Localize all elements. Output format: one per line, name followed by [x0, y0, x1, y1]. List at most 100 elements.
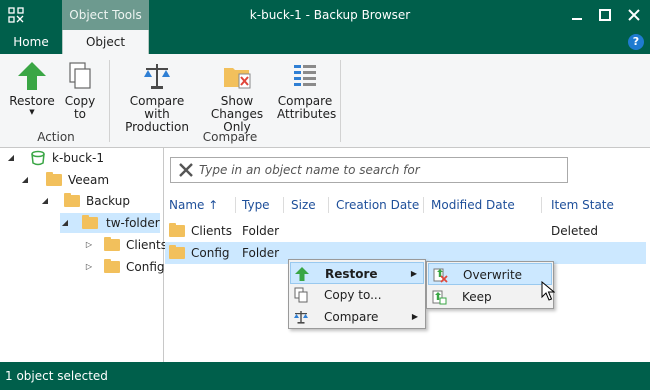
maximize-icon[interactable]: [597, 7, 613, 23]
column-header-item-state[interactable]: Item State: [551, 198, 614, 212]
folder-icon: [169, 245, 185, 259]
column-name-label: Name: [169, 198, 205, 212]
menu-item-overwrite[interactable]: Overwrite: [428, 263, 552, 285]
collapse-arrow-icon[interactable]: ◢: [6, 148, 16, 168]
show-changes-only-button[interactable]: Show Changes Only: [198, 60, 276, 134]
tree-node-config[interactable]: ▷ Config: [84, 257, 165, 277]
restore-label: Restore: [9, 94, 55, 108]
folder-icon: [64, 193, 80, 207]
context-tab-header: Object Tools: [62, 0, 149, 30]
collapse-arrow-icon[interactable]: ◢: [40, 191, 50, 211]
restore-submenu: Overwrite Keep: [426, 261, 554, 309]
compare-attributes-button[interactable]: Compare Attributes: [277, 60, 337, 121]
tree-node-backup[interactable]: ◢ Backup: [40, 191, 160, 211]
context-menu: Restore ▶ Copy to... Compare ▶: [288, 259, 426, 329]
menu-label-keep: Keep: [462, 290, 492, 304]
window-title: k-buck-1 - Backup Browser: [249, 8, 411, 22]
collapse-arrow-icon[interactable]: ◢: [60, 213, 70, 233]
menu-item-restore[interactable]: Restore ▶: [290, 262, 424, 284]
submenu-arrow-icon: ▶: [410, 269, 417, 278]
ribbon: Restore ▼ Copy to Action Compare with Pr…: [0, 54, 650, 148]
content-panel: Name ↑ Type Size Creation Date Modified …: [165, 148, 650, 362]
restore-button[interactable]: Restore ▼: [8, 60, 56, 116]
scales-icon: [144, 64, 170, 89]
help-icon[interactable]: ?: [628, 34, 644, 50]
folder-icon: [82, 215, 98, 229]
ribbon-tab-row: Home Object ?: [0, 30, 650, 54]
tree-label-tw-folder: tw-folder: [106, 216, 160, 230]
menu-label-overwrite: Overwrite: [463, 268, 523, 282]
tree-label-veeam: Veeam: [68, 173, 110, 187]
menu-label-copy-to: Copy to...: [324, 288, 382, 302]
compare-attributes-label-2: Attributes: [277, 107, 337, 121]
menu-item-compare[interactable]: Compare ▶: [290, 306, 424, 328]
group-label-action: Action: [37, 130, 75, 144]
column-separator[interactable]: [328, 197, 329, 213]
folder-icon: [169, 223, 185, 237]
column-header-type[interactable]: Type: [242, 198, 270, 212]
search-input[interactable]: [199, 161, 559, 179]
group-label-compare: Compare: [202, 130, 258, 144]
table-row[interactable]: Clients Folder Deleted: [165, 220, 646, 242]
tree-label-clients: Clients: [126, 238, 167, 252]
tree-label-config: Config: [126, 260, 165, 274]
app-icon: [8, 7, 24, 23]
row-name: Clients: [191, 224, 232, 238]
folder-changes-icon: [224, 68, 251, 89]
sort-ascending-icon: ↑: [208, 198, 219, 212]
compare-with-production-button[interactable]: Compare with Production: [116, 60, 198, 134]
tab-home[interactable]: Home: [0, 30, 62, 54]
tree-label-backup: Backup: [86, 194, 130, 208]
column-header-size[interactable]: Size: [291, 198, 316, 212]
minimize-icon[interactable]: [569, 7, 585, 23]
close-icon[interactable]: [626, 7, 642, 23]
tree-node-clients[interactable]: ▷ Clients: [84, 235, 167, 255]
row-type: Folder: [242, 224, 280, 238]
overwrite-icon: [433, 268, 448, 283]
tree-label-root: k-buck-1: [52, 151, 105, 165]
copy-icon: [294, 287, 308, 303]
copy-to-button[interactable]: Copy to: [60, 60, 100, 121]
folder-icon: [104, 237, 120, 251]
column-header-name[interactable]: Name ↑: [169, 198, 218, 212]
attributes-list-icon: [294, 65, 316, 86]
row-state: Deleted: [551, 224, 599, 238]
bucket-icon: [31, 150, 45, 166]
tree-node-root[interactable]: ◢ k-buck-1: [6, 148, 156, 168]
column-separator[interactable]: [235, 197, 236, 213]
menu-item-copy-to[interactable]: Copy to...: [290, 284, 424, 306]
mouse-cursor-icon: [541, 281, 555, 301]
compare-production-label-2: Production: [125, 120, 189, 134]
group-separator: [340, 60, 341, 142]
column-header-modified-date[interactable]: Modified Date: [431, 198, 515, 212]
status-bar: 1 object selected: [0, 362, 650, 390]
row-type: Folder: [242, 246, 280, 260]
column-separator[interactable]: [423, 197, 424, 213]
group-separator: [109, 60, 110, 142]
menu-item-keep[interactable]: Keep: [428, 286, 552, 308]
column-separator[interactable]: [541, 197, 542, 213]
tab-object[interactable]: Object: [62, 30, 149, 54]
clear-search-icon[interactable]: [178, 162, 194, 178]
menu-label-compare: Compare: [324, 310, 379, 324]
menu-label-restore: Restore: [325, 267, 378, 281]
expand-arrow-icon[interactable]: ▷: [84, 235, 94, 255]
expand-arrow-icon[interactable]: ▷: [84, 257, 94, 277]
restore-arrow-icon: [295, 267, 309, 281]
tree-node-tw-folder[interactable]: ◢ tw-folder: [60, 213, 160, 233]
submenu-arrow-icon: ▶: [411, 312, 418, 321]
column-header-creation-date[interactable]: Creation Date: [336, 198, 419, 212]
compare-production-label-1: Compare with: [129, 94, 185, 121]
keep-icon: [432, 290, 447, 305]
status-text: 1 object selected: [5, 369, 108, 383]
collapse-arrow-icon[interactable]: ◢: [20, 170, 30, 190]
tree-node-veeam[interactable]: ◢ Veeam: [20, 170, 160, 190]
row-name: Config: [191, 246, 230, 260]
title-bar: Object Tools k-buck-1 - Backup Browser: [0, 0, 650, 30]
search-box[interactable]: [170, 157, 568, 183]
tree-panel: ◢ k-buck-1 ◢ Veeam ◢ Backup ◢ tw-folder …: [0, 148, 167, 362]
column-separator[interactable]: [283, 197, 284, 213]
scales-icon: [294, 311, 308, 324]
dropdown-arrow-icon: ▼: [29, 108, 35, 116]
restore-arrow-icon: [18, 62, 46, 90]
